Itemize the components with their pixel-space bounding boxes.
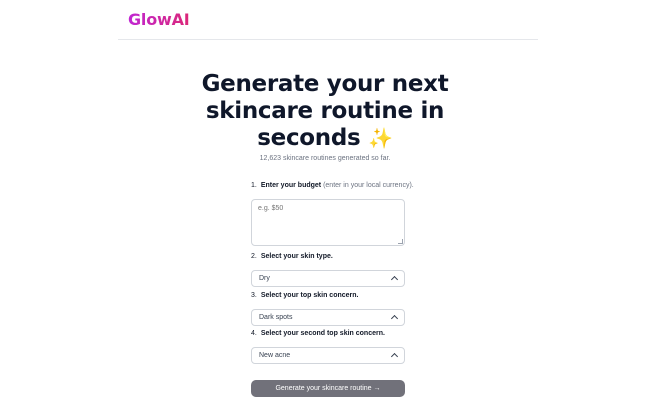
resize-handle[interactable]: [398, 239, 403, 244]
title-line-2: skincare routine in: [205, 98, 445, 124]
chevron-up-icon: [390, 352, 399, 361]
skin-type-value: Dry: [259, 275, 270, 282]
sparkle-icon: ✨: [368, 126, 393, 150]
second-concern-value: New acne: [259, 352, 291, 359]
top-concern-value: Dark spots: [259, 314, 293, 321]
page: GlowAI Generate your next skincare routi…: [0, 0, 650, 414]
logo[interactable]: GlowAI: [128, 10, 190, 29]
step-2-label: 2. Select your skin type.: [251, 253, 333, 260]
skin-type-select[interactable]: Dry: [251, 270, 405, 287]
top-concern-select[interactable]: Dark spots: [251, 309, 405, 326]
step-1-label: 1. Enter your budget (enter in your local…: [251, 182, 414, 189]
title-line-1: Generate your next: [201, 71, 449, 97]
second-concern-select[interactable]: New acne: [251, 347, 405, 364]
step-3-label: 3. Select your top skin concern.: [251, 292, 359, 299]
page-title: Generate your next skincare routine in s…: [175, 71, 475, 152]
generate-button[interactable]: Generate your skincare routine →: [251, 380, 405, 397]
title-line-3: seconds: [257, 125, 361, 151]
step-4-label: 4. Select your second top skin concern.: [251, 330, 385, 337]
chevron-up-icon: [390, 275, 399, 284]
routines-count: 12,623 skincare routines generated so fa…: [259, 155, 391, 162]
header: GlowAI: [118, 0, 538, 40]
chevron-up-icon: [390, 314, 399, 323]
budget-input[interactable]: [251, 199, 405, 246]
